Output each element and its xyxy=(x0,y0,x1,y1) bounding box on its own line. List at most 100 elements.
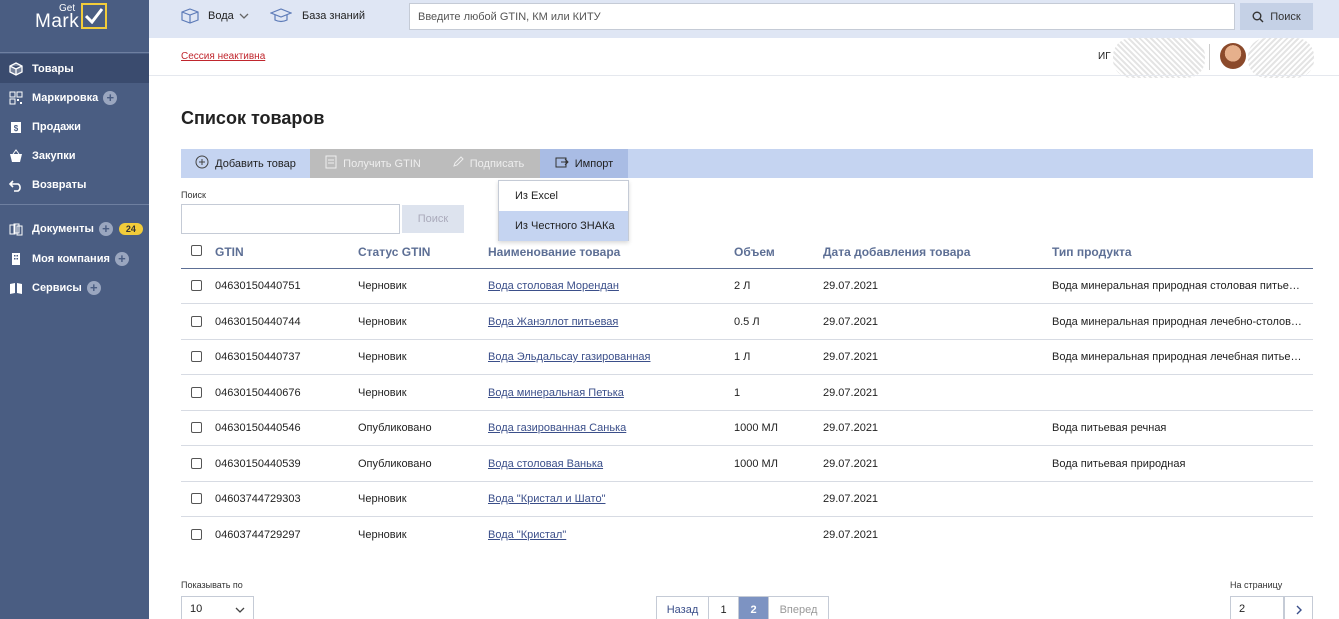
sidebar-item-company[interactable]: Моя компания + xyxy=(0,244,149,273)
avatar[interactable] xyxy=(1220,43,1246,69)
logo[interactable]: Get Mark xyxy=(0,0,149,38)
cell-date: 29.07.2021 xyxy=(823,280,879,292)
per-page-label: Показывать по xyxy=(181,580,243,590)
page-2-button[interactable]: 2 xyxy=(739,597,769,619)
table-row[interactable]: 04603744729297 Черновик Вода "Кристал" 29.0… xyxy=(181,518,1313,553)
cell-product-name-link[interactable]: Вода "Кристал и Шато" xyxy=(488,493,605,505)
cell-product-name-link[interactable]: Вода столовая Морендан xyxy=(488,280,619,292)
book-icon xyxy=(9,281,23,295)
plus-circle-icon xyxy=(195,155,209,172)
row-checkbox[interactable] xyxy=(191,422,202,433)
per-page-value: 10 xyxy=(190,603,203,615)
box-icon xyxy=(9,61,23,76)
row-checkbox[interactable] xyxy=(191,386,202,398)
table-row[interactable]: 04603744729303 Черновик Вода "Кристал и Ша… xyxy=(181,482,1313,517)
pen-icon xyxy=(452,156,464,171)
col-name[interactable]: Наименование товара xyxy=(488,245,620,259)
get-gtin-button[interactable]: Получить GTIN xyxy=(310,149,436,178)
add-marking-icon[interactable]: + xyxy=(103,90,118,105)
import-from-excel[interactable]: Из Excel xyxy=(499,181,628,211)
sidebar-item-sales[interactable]: $ Продажи xyxy=(0,112,149,141)
add-product-button[interactable]: Добавить товар xyxy=(181,149,310,178)
pagination: Назад 1 2 Вперед xyxy=(656,596,829,619)
cell-type: Вода питьевая природная xyxy=(1052,457,1186,470)
sidebar-item-returns[interactable]: Возвраты xyxy=(0,170,149,199)
knowledge-base-label: База знаний xyxy=(302,10,366,22)
select-all-checkbox[interactable] xyxy=(191,245,202,256)
row-checkbox[interactable] xyxy=(191,315,202,327)
documents-icon xyxy=(9,222,23,236)
global-search-label: Поиск xyxy=(1270,10,1301,23)
goto-page-button[interactable] xyxy=(1284,596,1313,619)
cell-status: Черновик xyxy=(358,315,407,328)
col-date[interactable]: Дата добавления товара xyxy=(823,245,970,259)
col-type[interactable]: Тип продукта xyxy=(1052,245,1132,259)
cell-product-name-link[interactable]: Вода Жанэллот питьевая xyxy=(488,316,618,328)
cell-volume: 1000 МЛ xyxy=(734,422,778,434)
sidebar-item-label: Возвраты xyxy=(32,178,87,191)
import-from-chestny-znak[interactable]: Из Честного ЗНАКа xyxy=(499,211,628,241)
table-row[interactable]: 04630150440744 Черновик Вода Жанэллот пить… xyxy=(181,305,1313,340)
add-service-icon[interactable]: + xyxy=(86,280,101,295)
add-document-icon[interactable]: + xyxy=(98,221,113,236)
row-checkbox[interactable] xyxy=(191,351,202,362)
sidebar-item-documents[interactable]: Документы + 24 xyxy=(0,214,149,243)
table-header: GTIN Статус GTIN Наименование товара Объ… xyxy=(181,234,1313,269)
cell-status: Черновик xyxy=(358,493,407,505)
table-row[interactable]: 04630150440751 Черновик Вода столовая Море… xyxy=(181,269,1313,304)
chevron-down-icon xyxy=(239,13,249,19)
goto-page-label: На страницу xyxy=(1230,580,1283,590)
cell-gtin: 04603744729303 xyxy=(215,493,301,505)
col-status[interactable]: Статус GTIN xyxy=(358,245,430,259)
table-row[interactable]: 04630150440546 Опубликовано Вода газирован… xyxy=(181,411,1313,446)
global-search-input[interactable] xyxy=(409,3,1235,30)
row-checkbox[interactable] xyxy=(191,528,202,540)
graduation-cap-icon xyxy=(270,8,292,24)
return-icon xyxy=(9,178,23,192)
col-gtin[interactable]: GTIN xyxy=(215,245,244,259)
filter-search-input[interactable] xyxy=(181,204,400,234)
global-search-button[interactable]: Поиск xyxy=(1240,3,1313,30)
cell-gtin: 04630150440737 xyxy=(215,351,301,363)
add-company-icon[interactable]: + xyxy=(114,251,129,266)
category-label: Вода xyxy=(208,10,234,22)
sidebar-divider xyxy=(0,52,149,53)
cell-product-name-link[interactable]: Вода минеральная Петька xyxy=(488,387,624,399)
sidebar-item-products[interactable]: Товары xyxy=(0,54,149,83)
table-row[interactable]: 04630150440676 Черновик Вода минеральная П… xyxy=(181,376,1313,411)
table-row[interactable]: 04630150440539 Опубликовано Вода столовая … xyxy=(181,447,1313,482)
per-page-select[interactable]: 10 xyxy=(181,596,254,619)
page-1-button[interactable]: 1 xyxy=(709,597,739,619)
sidebar-item-purchases[interactable]: Закупки xyxy=(0,141,149,170)
cell-product-name-link[interactable]: Вода Эльдальсау газированная xyxy=(488,351,650,363)
cell-date: 29.07.2021 xyxy=(823,386,879,399)
col-volume[interactable]: Объем xyxy=(734,245,775,259)
import-button[interactable]: Импорт xyxy=(540,149,628,178)
document-icon xyxy=(325,155,337,172)
row-checkbox[interactable] xyxy=(191,457,202,469)
prev-page-button[interactable]: Назад xyxy=(657,597,709,619)
cell-product-name-link[interactable]: Вода "Кристал" xyxy=(488,529,566,541)
session-status-link[interactable]: Сессия неактивна xyxy=(181,51,265,62)
row-checkbox[interactable] xyxy=(191,493,202,504)
cell-product-name-link[interactable]: Вода газированная Санька xyxy=(488,422,626,434)
knowledge-base-link[interactable]: База знаний xyxy=(270,0,365,32)
table-row[interactable]: 04630150440737 Черновик Вода Эльдальсау га… xyxy=(181,340,1313,375)
cell-status: Черновик xyxy=(358,386,407,399)
cell-volume: 1000 МЛ xyxy=(734,457,778,470)
sidebar-item-marking[interactable]: Маркировка + xyxy=(0,83,149,112)
row-checkbox[interactable] xyxy=(191,280,202,291)
category-selector[interactable]: Вода xyxy=(180,0,249,32)
next-page-button[interactable]: Вперед xyxy=(769,597,828,619)
get-gtin-label: Получить GTIN xyxy=(343,157,421,170)
goto-page-input[interactable]: 2 xyxy=(1230,596,1284,619)
cell-product-name-link[interactable]: Вода столовая Ванька xyxy=(488,458,603,470)
cell-status: Опубликовано xyxy=(358,422,432,434)
filter-search-button[interactable]: Поиск xyxy=(402,205,464,233)
redacted-user-name xyxy=(1113,38,1205,78)
sidebar-item-label: Продажи xyxy=(32,120,81,133)
sidebar-item-services[interactable]: Сервисы + xyxy=(0,273,149,302)
cell-volume: 1 xyxy=(734,386,741,399)
sign-button[interactable]: Подписать xyxy=(436,149,540,178)
cell-type: Вода минеральная природная лечебная пить… xyxy=(1052,351,1302,363)
